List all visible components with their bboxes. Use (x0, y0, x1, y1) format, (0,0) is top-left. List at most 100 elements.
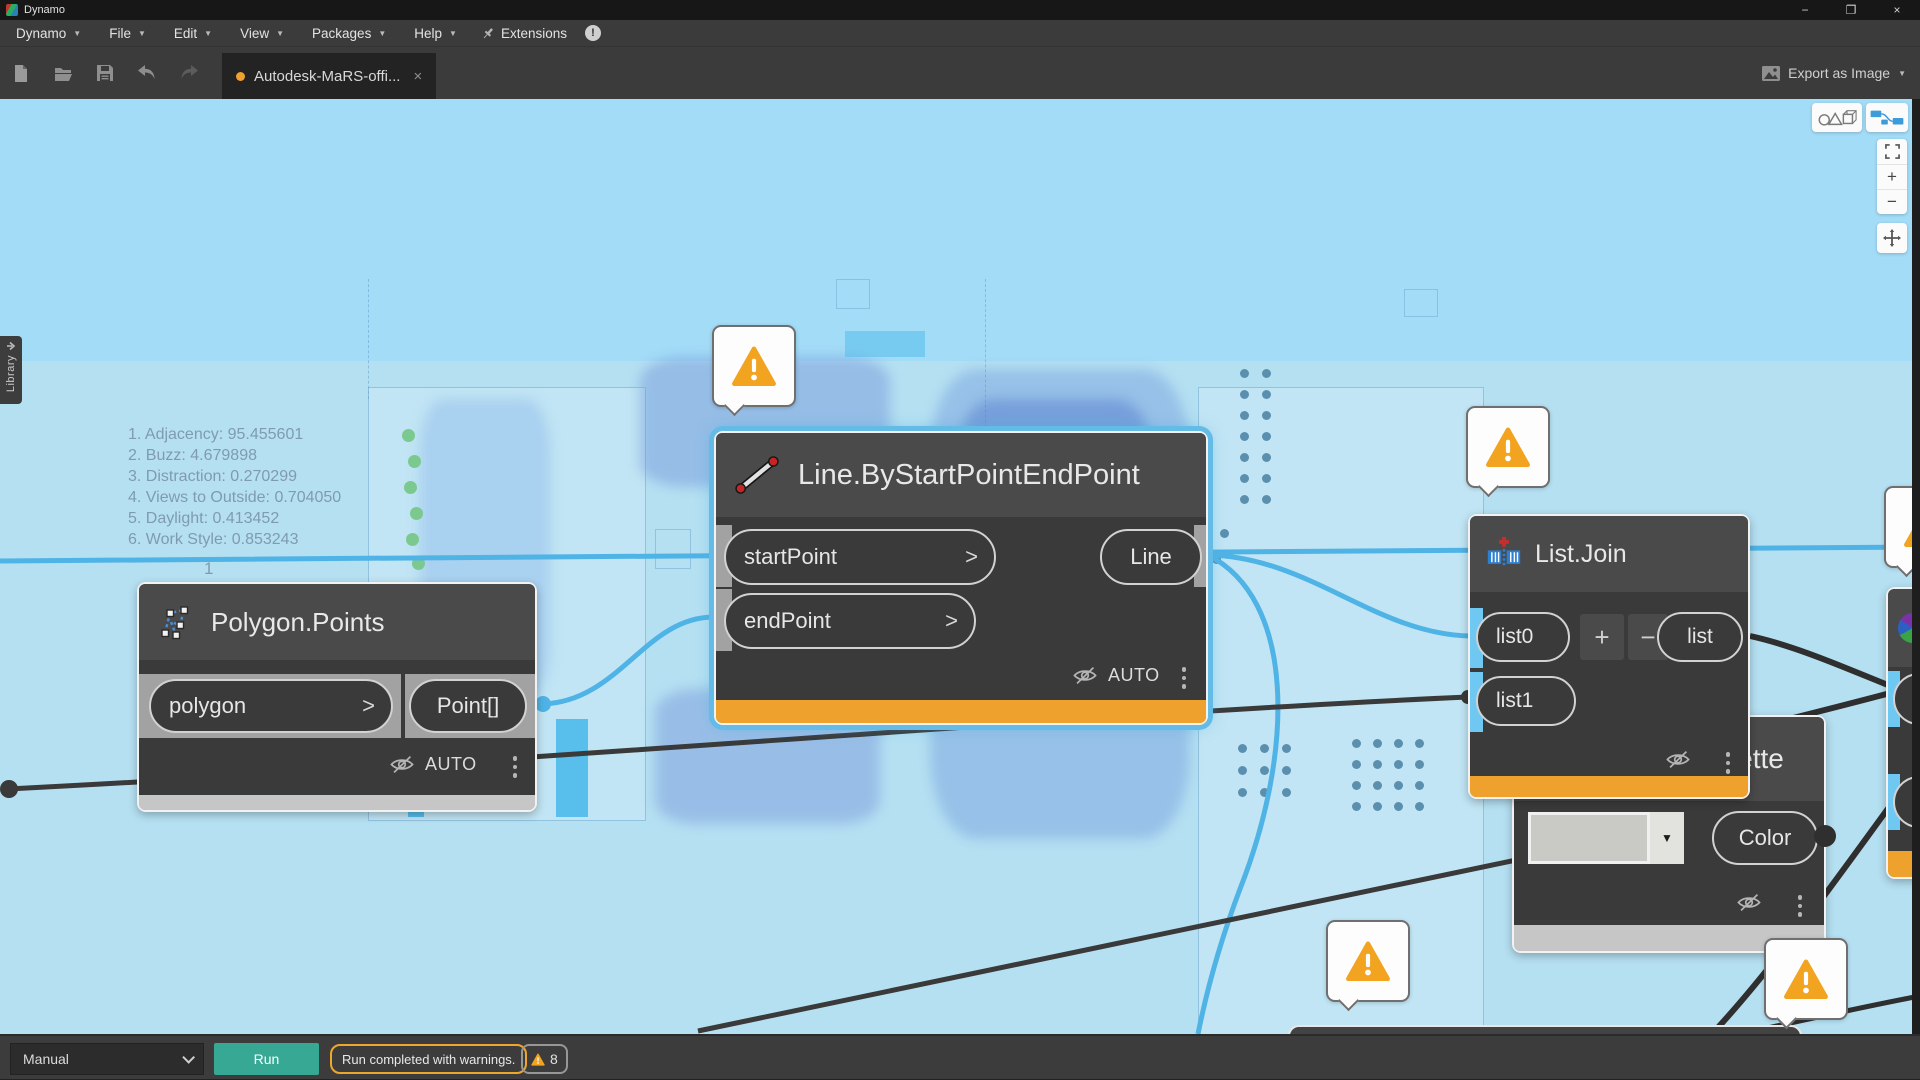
zoom-in-button[interactable]: + (1877, 164, 1907, 189)
run-mode-select[interactable]: Manual (10, 1043, 204, 1075)
node-context-menu-icon[interactable] (1726, 752, 1731, 774)
title-bar: Dynamo − ❐ × (0, 0, 1920, 20)
input-port-list0[interactable]: list0 (1476, 612, 1570, 662)
menu-extensions[interactable]: Extensions (471, 26, 577, 41)
node-line-bystartpointendpoint[interactable]: Line.ByStartPointEndPoint startPoint > e… (714, 431, 1208, 725)
minimize-button[interactable]: − (1782, 0, 1828, 20)
warning-icon (1485, 426, 1531, 468)
notifications-icon[interactable]: ! (585, 25, 601, 41)
node-context-menu-icon[interactable] (513, 756, 518, 778)
open-folder-icon (53, 64, 73, 82)
export-as-image-button[interactable]: Export as Image ▼ (1762, 47, 1906, 99)
fit-screen-icon (1885, 144, 1900, 159)
output-connector-dot[interactable] (1814, 825, 1836, 847)
node-list-join[interactable]: List.Join list0 list1 + − list (1468, 514, 1750, 799)
node-context-menu-icon[interactable] (1798, 895, 1803, 917)
canvas-right-scrollbar[interactable] (1912, 99, 1920, 1034)
polygon-points-icon (155, 602, 195, 642)
tab-title: Autodesk-MaRS-offi... (254, 68, 400, 85)
unsaved-changes-dot (236, 72, 245, 81)
tool-bar: Autodesk-MaRS-offi... × Export as Image … (0, 47, 1920, 99)
node-title: Polygon.Points (211, 607, 384, 638)
input-port-endpoint[interactable]: endPoint > (724, 593, 976, 649)
color-swatch[interactable] (1528, 812, 1650, 864)
graph-view-icon (1869, 108, 1905, 128)
image-icon (1762, 66, 1780, 81)
pan-icon (1883, 229, 1901, 247)
wire-list-to-geometry (1750, 636, 1898, 689)
node-header[interactable]: Polygon.Points (139, 584, 535, 660)
chevron-down-icon: ▼ (204, 29, 212, 38)
open-file-button[interactable] (42, 47, 84, 99)
input-port-list1[interactable]: list1 (1476, 676, 1576, 726)
save-icon (96, 64, 114, 82)
workspace-tab[interactable]: Autodesk-MaRS-offi... × (222, 53, 436, 99)
undo-button[interactable] (126, 47, 168, 99)
output-port-color[interactable]: Color (1712, 811, 1818, 865)
lacing-label[interactable]: AUTO (1108, 665, 1160, 686)
geometry-view-icon (1816, 108, 1858, 128)
preview-hidden-icon[interactable] (1072, 666, 1098, 685)
warning-tooltip[interactable] (1764, 938, 1848, 1020)
node-title: List.Join (1535, 540, 1627, 569)
chevron-down-icon (182, 1051, 195, 1064)
graph-canvas[interactable]: 1. Adjacency: 95.455601 2. Buzz: 4.67989… (0, 99, 1920, 1034)
output-port-line[interactable]: Line (1100, 529, 1202, 585)
node-polygon-points[interactable]: Polygon.Points polygon > Point[] AUTO (137, 582, 537, 812)
menu-file[interactable]: File ▼ (95, 20, 160, 46)
graph-view-toggle[interactable] (1866, 103, 1908, 132)
warning-icon (1783, 958, 1829, 1000)
chevron-down-icon: ▼ (138, 29, 146, 38)
wire-line-down (1198, 555, 1278, 1034)
close-button[interactable]: × (1874, 0, 1920, 20)
warning-tooltip[interactable] (1466, 406, 1550, 488)
node-baseline (139, 795, 535, 810)
menu-bar: Dynamo ▼ File ▼ Edit ▼ View ▼ Packages ▼… (0, 20, 1920, 47)
menu-help[interactable]: Help ▼ (400, 20, 471, 46)
output-port-points[interactable]: Point[] (409, 679, 527, 733)
maximize-button[interactable]: ❐ (1828, 0, 1874, 20)
warning-count-badge[interactable]: 8 (521, 1044, 568, 1074)
dynamo-app-icon (6, 4, 18, 16)
undo-icon (137, 65, 157, 81)
preview-hidden-icon[interactable] (1665, 750, 1691, 769)
menu-dynamo[interactable]: Dynamo ▼ (0, 20, 95, 46)
new-file-button[interactable] (0, 47, 42, 99)
node-bottom-partial[interactable] (1288, 1025, 1802, 1034)
add-input-button[interactable]: + (1580, 614, 1624, 660)
tab-close-icon[interactable]: × (413, 68, 422, 85)
node-header[interactable]: List.Join (1470, 516, 1748, 592)
preview-hidden-icon[interactable] (389, 755, 415, 774)
warning-icon (531, 1053, 545, 1066)
run-status-message: Run completed with warnings. (330, 1044, 527, 1074)
pan-button[interactable] (1877, 223, 1907, 253)
input-port-polygon[interactable]: polygon > (149, 679, 393, 733)
save-button[interactable] (84, 47, 126, 99)
lacing-label[interactable]: AUTO (425, 754, 477, 775)
port-chevron-icon: > (965, 544, 994, 570)
menu-packages[interactable]: Packages ▼ (298, 20, 400, 46)
wire-line-to-listjoin (1208, 555, 1470, 636)
palette-dropdown-button[interactable]: ▼ (1650, 812, 1684, 864)
menu-edit[interactable]: Edit ▼ (160, 20, 226, 46)
window-title: Dynamo (24, 4, 65, 16)
library-flyout-tab[interactable]: Library (0, 336, 22, 404)
fit-to-screen-button[interactable] (1877, 139, 1907, 164)
chevron-down-icon: ▼ (378, 29, 386, 38)
port-chevron-icon: > (945, 608, 974, 634)
node-header[interactable]: Line.ByStartPointEndPoint (716, 433, 1206, 517)
wire-polygon-to-line (543, 617, 714, 704)
warning-tooltip[interactable] (712, 325, 796, 407)
preview-hidden-icon[interactable] (1736, 893, 1762, 912)
node-context-menu-icon[interactable] (1182, 667, 1187, 689)
menu-view[interactable]: View ▼ (226, 20, 298, 46)
geometry-view-toggle[interactable] (1812, 103, 1862, 132)
warning-tooltip[interactable] (1326, 920, 1410, 1002)
input-port-startpoint[interactable]: startPoint > (724, 529, 996, 585)
pushpin-icon (481, 26, 495, 41)
redo-button[interactable] (168, 47, 210, 99)
zoom-out-button[interactable]: − (1877, 189, 1907, 214)
chevron-down-icon: ▼ (1898, 69, 1906, 78)
output-port-list[interactable]: list (1657, 612, 1743, 662)
run-button[interactable]: Run (214, 1043, 319, 1075)
